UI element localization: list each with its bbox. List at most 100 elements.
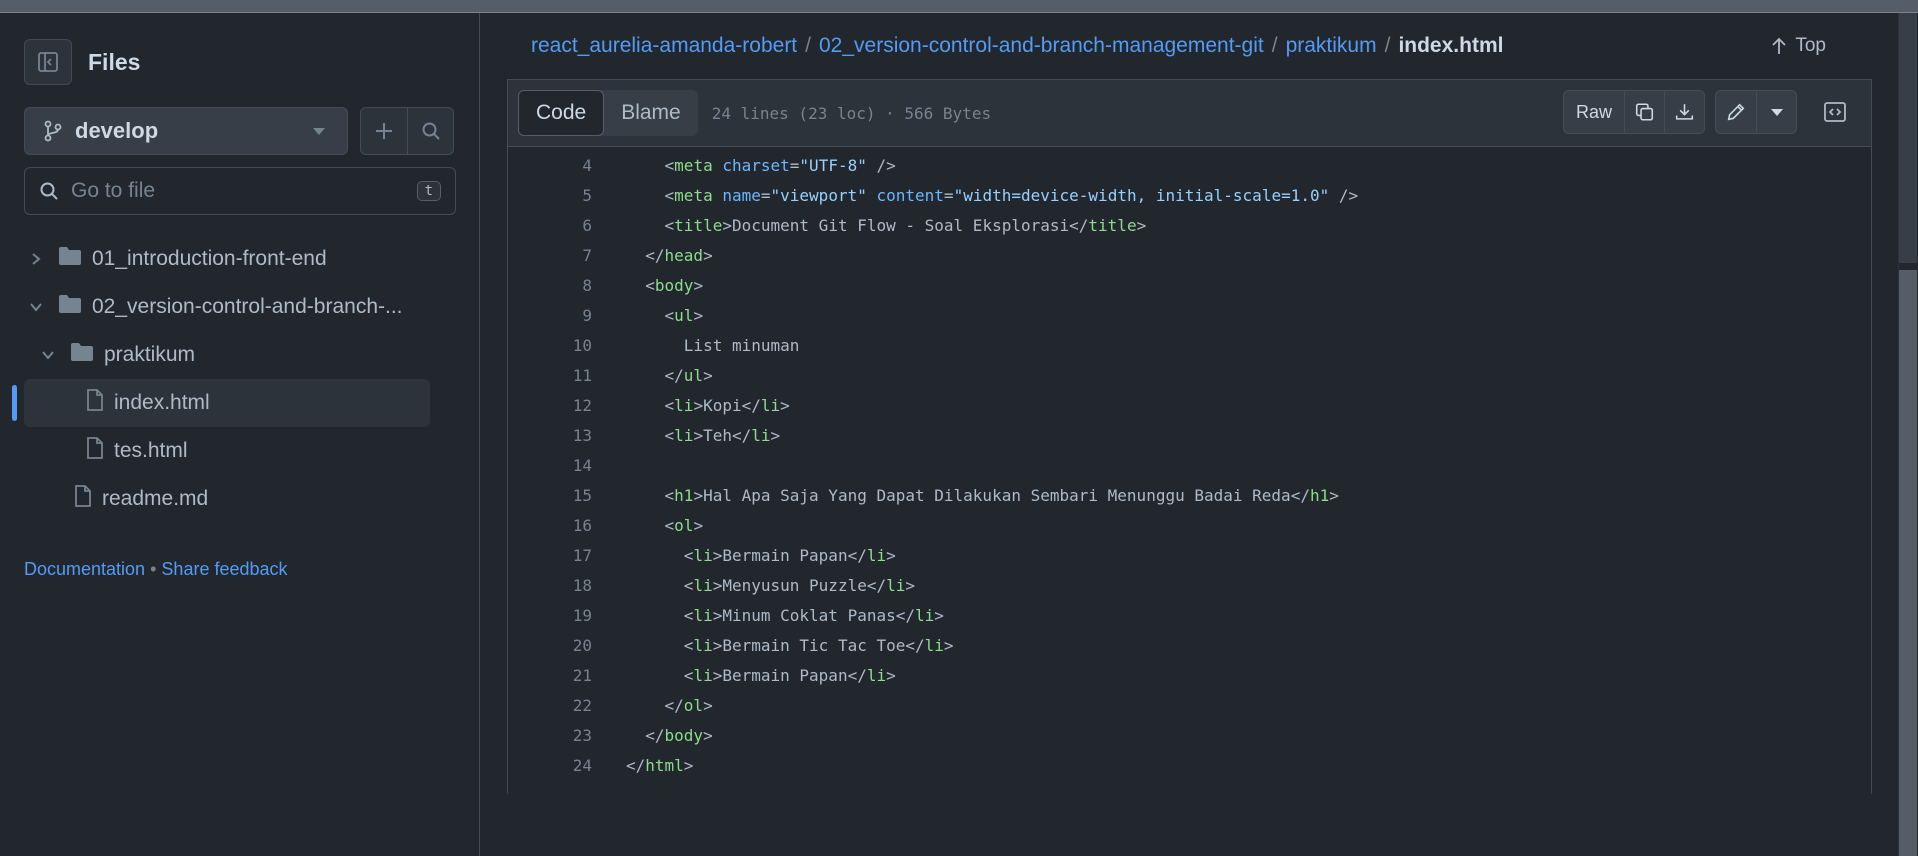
line-number[interactable]: 14 bbox=[508, 456, 592, 475]
breadcrumb-separator: / bbox=[1384, 34, 1391, 57]
code-line: 24 </html> bbox=[508, 750, 1871, 780]
line-number[interactable]: 9 bbox=[508, 306, 592, 325]
search-files-button[interactable] bbox=[407, 108, 453, 154]
code-line: 21 <li>Bermain Papan</li> bbox=[508, 660, 1871, 690]
line-code: <li>Menyusun Puzzle</li> bbox=[683, 575, 916, 595]
tree-item-file[interactable]: tes.html bbox=[0, 427, 480, 475]
code-line: 20 <li>Bermain Tic Tac Toe</li> bbox=[508, 630, 1871, 660]
line-number[interactable]: 16 bbox=[508, 516, 592, 535]
line-code: </html> bbox=[626, 755, 694, 775]
line-code: <li>Bermain Papan</li> bbox=[683, 665, 896, 685]
line-code: <li>Minum Coklat Panas</li> bbox=[683, 605, 944, 625]
folder-icon bbox=[58, 246, 82, 272]
code-line: 19 <li>Minum Coklat Panas</li> bbox=[508, 600, 1871, 630]
line-number[interactable]: 12 bbox=[508, 396, 592, 415]
share-feedback-link[interactable]: Share feedback bbox=[161, 559, 287, 579]
link-separator: • bbox=[150, 559, 157, 579]
line-code: <meta charset="UTF-8" /> bbox=[664, 155, 896, 175]
line-number[interactable]: 20 bbox=[508, 636, 592, 655]
line-number[interactable]: 5 bbox=[508, 186, 592, 205]
line-number[interactable]: 7 bbox=[508, 246, 592, 265]
folder-open-icon bbox=[58, 294, 82, 320]
edit-options-button[interactable] bbox=[1756, 91, 1796, 133]
shortcut-hint: t bbox=[416, 181, 441, 201]
chevron-down-icon bbox=[38, 349, 58, 361]
file-meta: 24 lines (23 loc) · 566 Bytes bbox=[711, 103, 992, 123]
tree-item-file-selected[interactable]: index.html bbox=[0, 379, 480, 427]
plus-icon bbox=[376, 123, 392, 139]
code-line: 17 <li>Bermain Papan</li> bbox=[508, 540, 1871, 570]
toolbar-actions: Raw bbox=[1562, 90, 1855, 134]
code-line: 14 bbox=[508, 450, 1871, 480]
selection-indicator bbox=[12, 385, 17, 421]
code-line: 10 List minuman bbox=[508, 330, 1871, 360]
line-code: </head> bbox=[645, 245, 713, 265]
go-to-file-input[interactable] bbox=[71, 179, 405, 203]
line-number[interactable]: 23 bbox=[508, 726, 592, 745]
tree-item-label: 01_introduction-front-end bbox=[92, 247, 327, 270]
view-mode-tabs: Code Blame bbox=[518, 90, 698, 136]
line-number[interactable]: 18 bbox=[508, 576, 592, 595]
tab-code[interactable]: Code bbox=[518, 90, 605, 136]
edit-file-button[interactable] bbox=[1716, 91, 1756, 133]
line-number[interactable]: 17 bbox=[508, 546, 592, 565]
search-icon bbox=[422, 122, 440, 140]
tree-item-folder[interactable]: 01_introduction-front-end bbox=[0, 235, 480, 283]
line-number[interactable]: 24 bbox=[508, 756, 592, 775]
file-content-box: Code Blame 24 lines (23 loc) · 566 Bytes… bbox=[507, 79, 1872, 797]
code-square-icon bbox=[1824, 102, 1846, 122]
back-to-top-button[interactable]: Top bbox=[1771, 35, 1826, 57]
line-number[interactable]: 22 bbox=[508, 696, 592, 715]
line-code: </ol> bbox=[664, 695, 713, 715]
line-number[interactable]: 11 bbox=[508, 366, 592, 385]
line-code: <li>Bermain Tic Tac Toe</li> bbox=[683, 635, 954, 655]
line-code: <ul> bbox=[664, 305, 704, 325]
tab-blame[interactable]: Blame bbox=[604, 90, 698, 136]
symbols-panel-button[interactable] bbox=[1815, 91, 1855, 133]
code-line: 23 </body> bbox=[508, 720, 1871, 750]
edit-group bbox=[1715, 90, 1797, 134]
scrollbar-track-upper bbox=[1899, 13, 1917, 263]
documentation-link[interactable]: Documentation bbox=[24, 559, 145, 579]
line-number[interactable]: 10 bbox=[508, 336, 592, 355]
line-number[interactable]: 8 bbox=[508, 276, 592, 295]
breadcrumb-folder-link[interactable]: 02_version-control-and-branch-management… bbox=[819, 34, 1264, 58]
line-code: List minuman bbox=[626, 335, 800, 355]
branch-name: develop bbox=[75, 118, 159, 143]
add-file-button[interactable] bbox=[361, 108, 407, 154]
file-icon bbox=[86, 437, 104, 465]
tree-item-folder[interactable]: praktikum bbox=[0, 331, 480, 379]
top-label: Top bbox=[1795, 35, 1826, 56]
sidebar-header: Files bbox=[24, 39, 140, 85]
line-code: <h1>Hal Apa Saja Yang Dapat Dilakukan Se… bbox=[664, 485, 1339, 505]
branch-selector[interactable]: develop bbox=[24, 107, 348, 155]
git-branch-icon bbox=[44, 120, 62, 142]
breadcrumb-folder-link[interactable]: praktikum bbox=[1286, 34, 1377, 58]
scrollbar-thumb[interactable] bbox=[1899, 270, 1917, 856]
code-line: 18 <li>Menyusun Puzzle</li> bbox=[508, 570, 1871, 600]
line-number[interactable]: 15 bbox=[508, 486, 592, 505]
code-viewer[interactable]: 4 <meta charset="UTF-8" /> 5 <meta name="… bbox=[508, 147, 1871, 797]
line-number[interactable]: 4 bbox=[508, 156, 592, 175]
code-line: 22 </ol> bbox=[508, 690, 1871, 720]
pencil-icon bbox=[1727, 103, 1745, 121]
browser-top-strip bbox=[0, 0, 1918, 13]
file-tree-sidebar: Files develop t bbox=[0, 13, 480, 856]
line-number[interactable]: 19 bbox=[508, 606, 592, 625]
copy-raw-button[interactable] bbox=[1624, 91, 1664, 133]
caret-down-icon bbox=[1770, 108, 1783, 116]
tree-item-file[interactable]: readme.md bbox=[0, 475, 480, 523]
download-icon bbox=[1675, 104, 1694, 120]
line-number[interactable]: 13 bbox=[508, 426, 592, 445]
line-number[interactable]: 21 bbox=[508, 666, 592, 685]
download-button[interactable] bbox=[1664, 91, 1704, 133]
line-code: <li>Kopi</li> bbox=[664, 395, 790, 415]
raw-button[interactable]: Raw bbox=[1564, 91, 1624, 133]
tree-item-folder[interactable]: 02_version-control-and-branch-... bbox=[0, 283, 480, 331]
breadcrumb-repo-link[interactable]: react_aurelia-amanda-robert bbox=[531, 34, 797, 58]
line-number[interactable]: 6 bbox=[508, 216, 592, 235]
line-code: <ol> bbox=[664, 515, 704, 535]
code-line: 4 <meta charset="UTF-8" /> bbox=[508, 150, 1871, 180]
collapse-sidebar-button[interactable] bbox=[24, 39, 72, 85]
tree-item-label: readme.md bbox=[102, 487, 209, 510]
